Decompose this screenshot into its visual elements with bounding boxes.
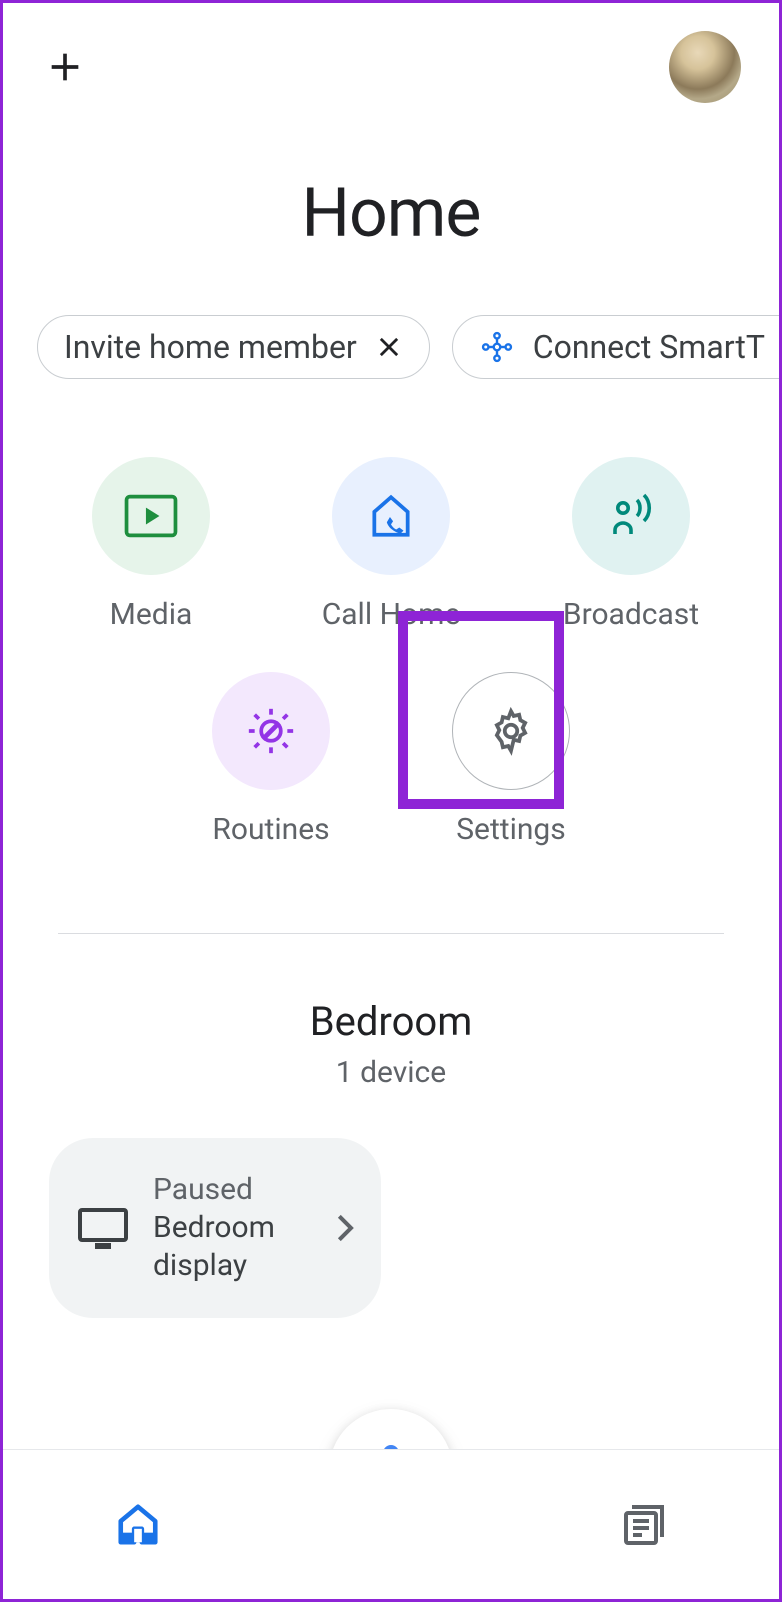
device-name: Bedroom display	[153, 1209, 311, 1284]
page-title: Home	[3, 173, 779, 253]
room-device-count: 1 device	[3, 1055, 779, 1090]
broadcast-icon	[603, 492, 659, 540]
action-label: Broadcast	[563, 597, 699, 632]
plus-icon	[45, 47, 85, 87]
home-icon	[115, 1503, 161, 1547]
action-broadcast[interactable]: Broadcast	[546, 457, 716, 632]
action-settings-circle	[452, 672, 570, 790]
feed-icon	[620, 1501, 668, 1549]
action-label: Settings	[456, 812, 566, 847]
action-label: Media	[110, 597, 193, 632]
room-name: Bedroom	[3, 998, 779, 1045]
suggestion-chips-row: Invite home member Connect SmartT	[37, 315, 779, 379]
action-routines[interactable]: Routines	[186, 672, 356, 847]
device-status: Paused	[153, 1172, 311, 1207]
action-call-home[interactable]: Call Home	[306, 457, 476, 632]
bottom-nav	[3, 1449, 779, 1599]
add-button[interactable]	[41, 43, 89, 91]
action-label: Routines	[212, 812, 329, 847]
action-call-home-circle	[332, 457, 450, 575]
profile-avatar[interactable]	[669, 31, 741, 103]
room-header: Bedroom 1 device	[3, 998, 779, 1090]
display-icon	[77, 1206, 129, 1250]
action-routines-circle	[212, 672, 330, 790]
nav-home[interactable]	[113, 1500, 163, 1550]
gear-icon	[486, 706, 536, 756]
quick-actions-grid: Media Call Home Broadcast	[3, 457, 779, 847]
nav-feed[interactable]	[619, 1500, 669, 1550]
call-home-icon	[366, 491, 416, 541]
action-label: Call Home	[322, 597, 461, 632]
chip-label: Connect SmartT	[533, 328, 765, 366]
chip-invite-member[interactable]: Invite home member	[37, 315, 430, 379]
action-settings[interactable]: Settings	[426, 672, 596, 847]
chip-label: Invite home member	[64, 328, 357, 366]
chevron-right-icon	[335, 1213, 357, 1243]
close-icon[interactable]	[375, 333, 403, 361]
divider	[58, 933, 724, 934]
network-icon	[479, 329, 515, 365]
play-media-icon	[124, 494, 178, 538]
action-broadcast-circle	[572, 457, 690, 575]
routines-icon	[243, 703, 299, 759]
action-media[interactable]: Media	[66, 457, 236, 632]
device-card-bedroom-display[interactable]: Paused Bedroom display	[49, 1138, 381, 1318]
chip-connect-smart[interactable]: Connect SmartT	[452, 315, 779, 379]
action-media-circle	[92, 457, 210, 575]
